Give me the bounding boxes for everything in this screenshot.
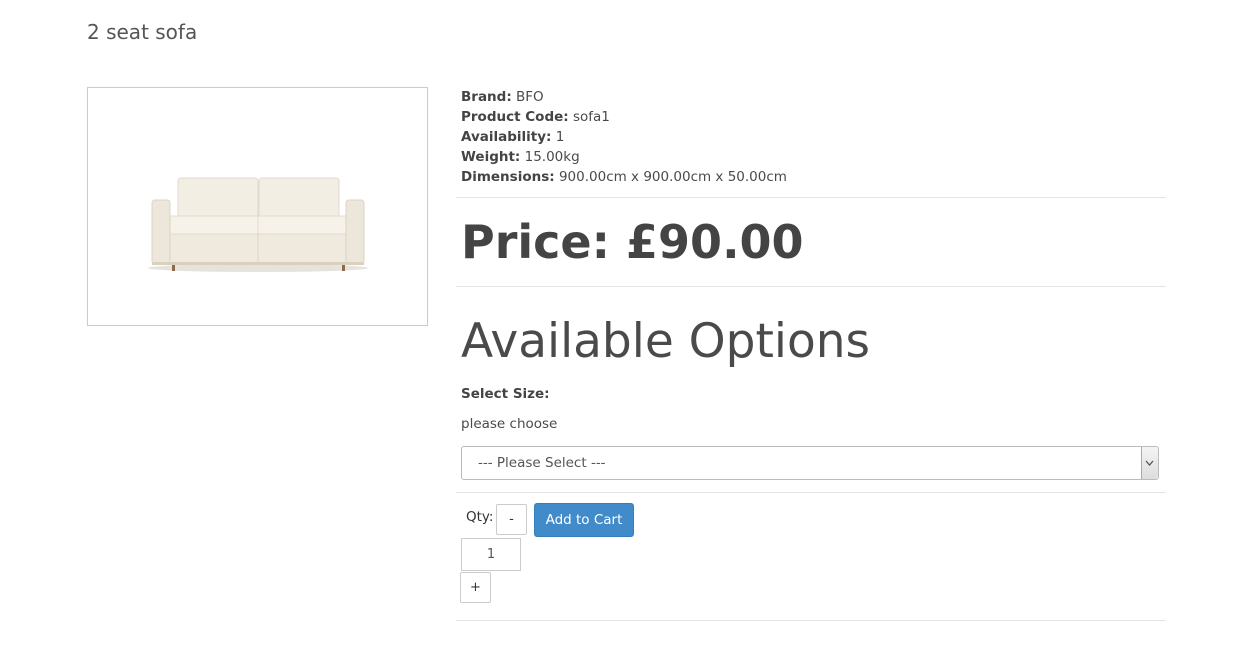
qty-decrease-button[interactable]: -	[496, 504, 527, 535]
divider	[456, 492, 1166, 493]
availability-row: Availability: 1	[461, 127, 787, 147]
divider	[456, 286, 1166, 287]
qty-increase-button[interactable]: +	[460, 572, 491, 603]
availability-value: 1	[555, 129, 565, 145]
brand-row: Brand: BFO	[461, 87, 787, 107]
brand-label: Brand:	[461, 89, 512, 105]
size-select-value: --- Please Select ---	[478, 455, 606, 471]
qty-label: Qty:	[466, 509, 494, 525]
size-help-text: please choose	[461, 416, 558, 432]
weight-value: 15.00kg	[524, 149, 580, 165]
divider	[456, 620, 1166, 621]
dimensions-label: Dimensions:	[461, 169, 555, 185]
product-image[interactable]	[87, 87, 428, 326]
sofa-picture	[148, 177, 368, 272]
size-label: Select Size:	[461, 386, 550, 402]
chevron-down-icon[interactable]	[1141, 447, 1158, 479]
price: Price: £90.00	[461, 215, 804, 269]
dimensions-row: Dimensions: 900.00cm x 900.00cm x 50.00c…	[461, 167, 787, 187]
options-heading: Available Options	[461, 314, 871, 369]
qty-input[interactable]: 1	[461, 538, 521, 571]
divider	[456, 197, 1166, 198]
availability-label: Availability:	[461, 129, 552, 145]
size-select[interactable]: --- Please Select ---	[461, 446, 1159, 480]
product-code-label: Product Code:	[461, 109, 569, 125]
product-page: 2 seat sofa Brand: BFO Product Code: sof…	[0, 0, 1256, 648]
product-code-row: Product Code: sofa1	[461, 107, 787, 127]
brand-value: BFO	[516, 89, 544, 105]
product-code-value: sofa1	[572, 109, 610, 125]
weight-label: Weight:	[461, 149, 521, 165]
dimensions-value: 900.00cm x 900.00cm x 50.00cm	[558, 169, 787, 185]
add-to-cart-button[interactable]: Add to Cart	[534, 503, 634, 537]
weight-row: Weight: 15.00kg	[461, 147, 787, 167]
product-details: Brand: BFO Product Code: sofa1 Availabil…	[461, 87, 787, 187]
page-title: 2 seat sofa	[87, 20, 198, 44]
